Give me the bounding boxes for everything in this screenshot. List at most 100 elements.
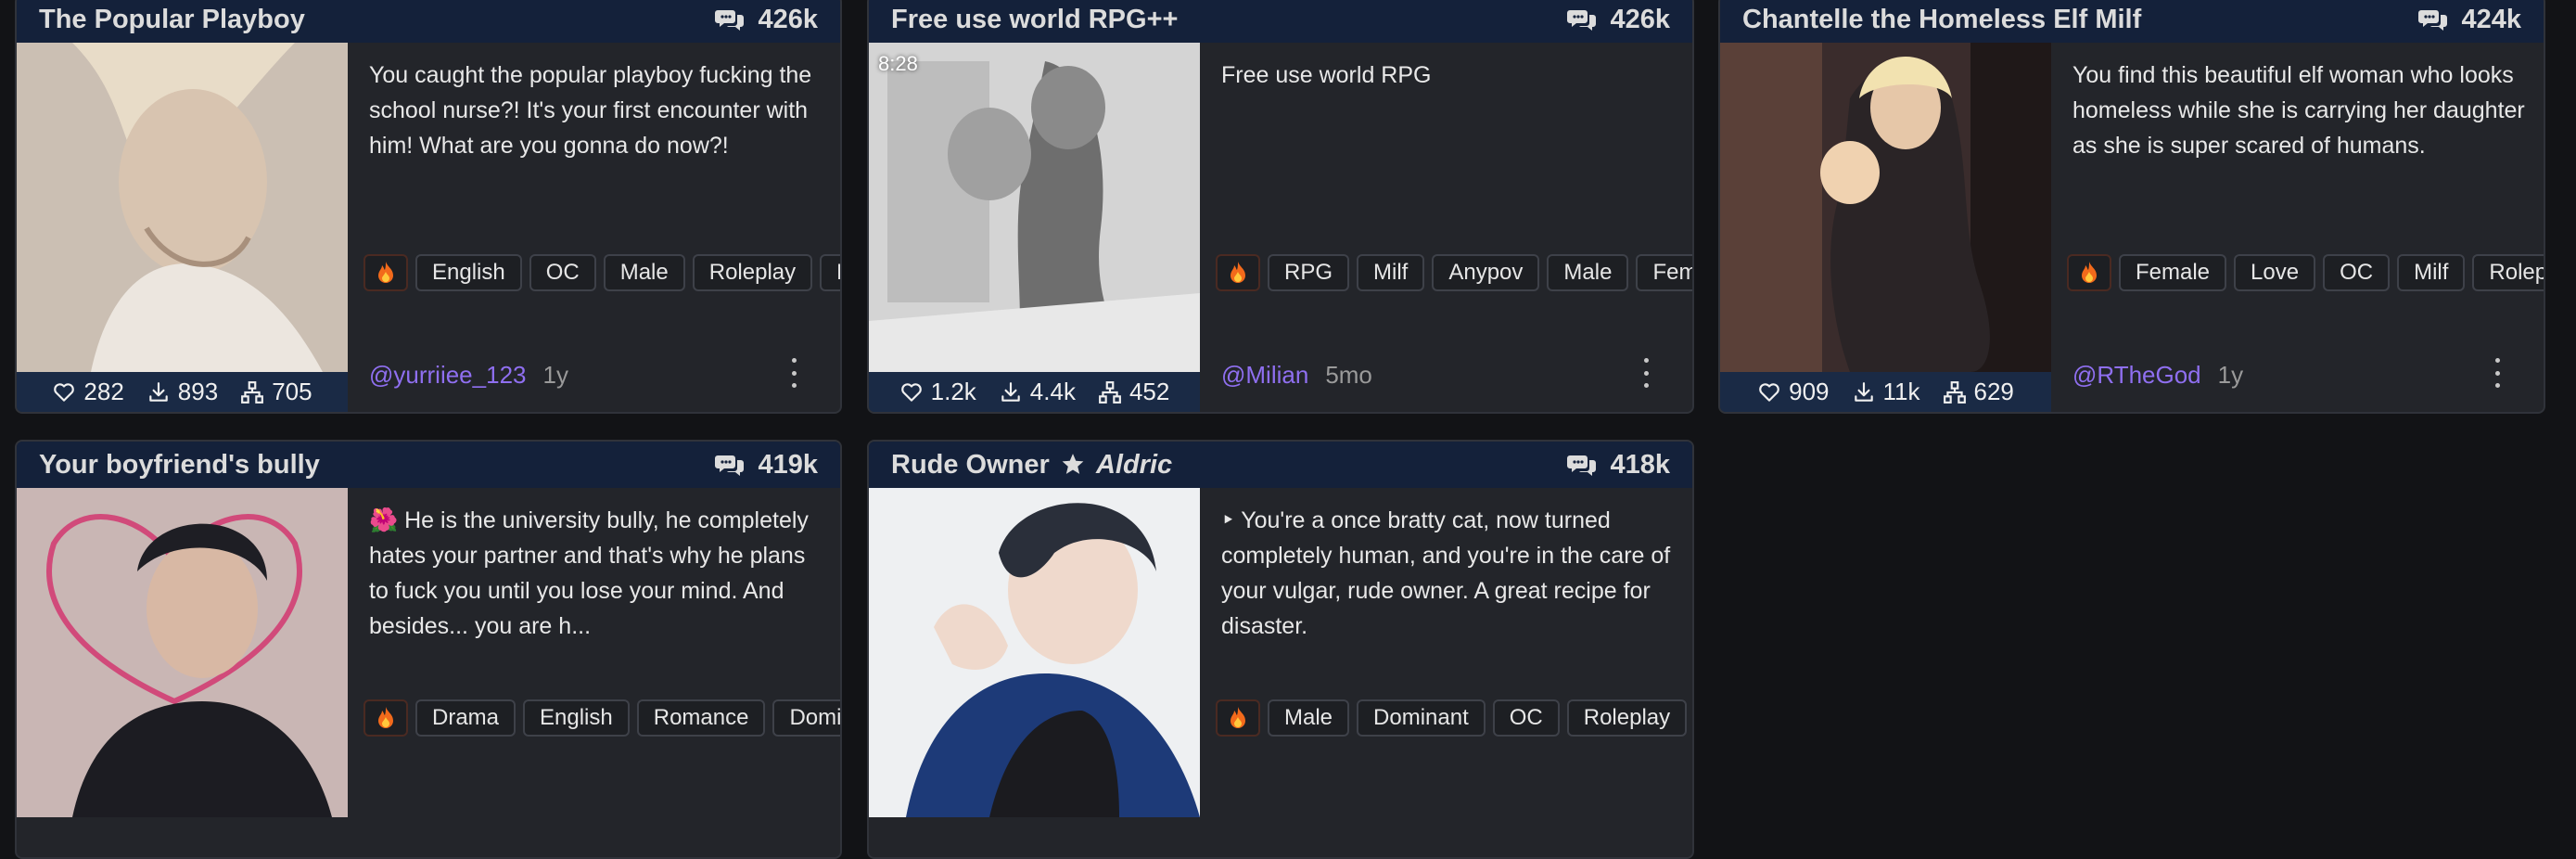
tag[interactable]: Male <box>1547 254 1629 291</box>
character-image[interactable]: 8:28 <box>869 43 1200 372</box>
card-age: 1y <box>2217 360 2244 389</box>
trending-tag[interactable] <box>2067 254 2111 291</box>
tag[interactable]: Romance <box>636 699 766 737</box>
downloads-stat: 11k <box>1852 378 1920 406</box>
likes-stat: 909 <box>1757 378 1830 406</box>
trending-tag[interactable] <box>363 699 408 737</box>
tag[interactable]: Love <box>2234 254 2316 291</box>
author-link[interactable]: @yurriiee_123 <box>369 361 526 390</box>
character-card[interactable]: The Popular Playboy 426k 282 893 705 You… <box>15 0 842 414</box>
character-card[interactable]: Free use world RPG++ 426k 8:28 1.2k 4.4k… <box>867 0 1694 414</box>
chat-bubbles-icon <box>2418 6 2448 32</box>
character-card[interactable]: Your boyfriend's bully 419k 🌺 He is the … <box>15 440 842 859</box>
character-image[interactable] <box>1720 43 2051 372</box>
character-image[interactable] <box>17 488 348 817</box>
fire-icon <box>2080 261 2098 285</box>
tag[interactable]: Roleplay <box>1566 699 1688 737</box>
fire-icon <box>376 261 395 285</box>
trending-tag[interactable] <box>1216 699 1260 737</box>
tag[interactable]: Dominant <box>1357 699 1486 737</box>
tag[interactable]: Milf <box>1357 254 1425 291</box>
fire-icon <box>1229 261 1247 285</box>
character-portrait <box>17 43 348 372</box>
card-description: You caught the popular playboy fucking t… <box>369 62 812 159</box>
card-header: Free use world RPG++ 426k <box>869 0 1692 43</box>
forks-stat: 705 <box>240 378 312 406</box>
tag[interactable]: Drama <box>415 699 516 737</box>
tag-list: Male Dominant OC Roleplay <box>1216 699 1692 737</box>
tag[interactable]: Milf <box>2397 254 2466 291</box>
forks-count: 452 <box>1129 378 1170 405</box>
tag[interactable]: English <box>415 254 522 291</box>
tag[interactable]: Roleplay <box>2472 254 2544 291</box>
chat-count-value: 426k <box>758 4 818 34</box>
downloads-stat: 4.4k <box>999 378 1076 406</box>
likes-stat: 1.2k <box>899 378 976 406</box>
likes-stat: 282 <box>52 378 124 406</box>
character-card[interactable]: Chantelle the Homeless Elf Milf 424k 909… <box>1718 0 2545 414</box>
card-title[interactable]: Your boyfriend's bully <box>39 450 320 481</box>
character-card[interactable]: Rude Owner Aldric 418k ‣ You're a once b… <box>867 440 1694 859</box>
card-header: Chantelle the Homeless Elf Milf 424k <box>1720 0 2544 43</box>
star-icon <box>1061 452 1085 476</box>
tag[interactable]: OC <box>2323 254 2391 291</box>
chat-count-value: 424k <box>2461 4 2521 34</box>
tag[interactable]: Dominant <box>772 699 840 737</box>
kebab-menu-icon[interactable] <box>2492 358 2503 388</box>
chat-bubbles-icon <box>1567 452 1597 478</box>
card-meta: @yurriiee_123 1y <box>369 356 840 393</box>
forks-stat: 629 <box>1943 378 2014 406</box>
card-title-subtitle: Aldric <box>1095 449 1173 480</box>
fire-icon <box>1229 706 1247 730</box>
video-duration: 8:28 <box>878 52 918 75</box>
downloads-stat: 893 <box>147 378 218 406</box>
downloads-count: 893 <box>177 378 219 405</box>
fork-icon <box>1098 380 1122 404</box>
author-link[interactable]: @RTheGod <box>2072 361 2201 390</box>
tag-list: Drama English Romance Dominant <box>363 699 840 737</box>
chat-count: 426k <box>1567 5 1670 35</box>
download-icon <box>999 380 1023 404</box>
card-title[interactable]: Rude Owner Aldric <box>891 450 1172 481</box>
card-title[interactable]: Free use world RPG++ <box>891 5 1178 35</box>
tag[interactable]: English <box>523 699 630 737</box>
tag[interactable]: OC <box>529 254 596 291</box>
card-title[interactable]: Chantelle the Homeless Elf Milf <box>1742 5 2141 35</box>
likes-count: 1.2k <box>930 378 976 405</box>
tag[interactable]: Roleplay <box>692 254 813 291</box>
tag[interactable]: OC <box>1492 699 1560 737</box>
author-link[interactable]: @Milian <box>1221 361 1308 390</box>
character-image[interactable] <box>17 43 348 372</box>
tag-list: English OC Male Roleplay Dom <box>363 254 840 291</box>
chat-count: 424k <box>2418 5 2521 35</box>
tag[interactable]: Female <box>1636 254 1692 291</box>
card-meta: @RTheGod 1y <box>2072 356 2544 393</box>
tag[interactable]: Anypov <box>1432 254 1540 291</box>
download-icon <box>1852 380 1876 404</box>
character-image[interactable] <box>869 488 1200 817</box>
kebab-menu-icon[interactable] <box>1640 358 1651 388</box>
chat-count-value: 426k <box>1610 4 1670 34</box>
tag[interactable]: RPG <box>1268 254 1350 291</box>
tag[interactable]: Male <box>603 254 685 291</box>
character-portrait <box>869 488 1200 817</box>
trending-tag[interactable] <box>1216 254 1260 291</box>
likes-count: 909 <box>1789 378 1830 405</box>
character-portrait <box>869 43 1200 372</box>
card-stats: 1.2k 4.4k 452 <box>869 372 1200 412</box>
card-header: The Popular Playboy 426k <box>17 0 840 43</box>
card-description: You find this beautiful elf woman who lo… <box>2072 62 2525 159</box>
tag[interactable]: Dom <box>820 254 840 291</box>
kebab-menu-icon[interactable] <box>788 358 799 388</box>
tag[interactable]: Female <box>2119 254 2227 291</box>
chat-count: 418k <box>1567 450 1670 481</box>
heart-icon <box>52 380 76 404</box>
tag[interactable]: Male <box>1268 699 1350 737</box>
card-title-text: Rude Owner <box>891 449 1050 480</box>
trending-tag[interactable] <box>363 254 408 291</box>
heart-icon <box>1757 380 1781 404</box>
card-title[interactable]: The Popular Playboy <box>39 5 305 35</box>
card-meta: @Milian 5mo <box>1221 356 1692 393</box>
chat-bubbles-icon <box>1567 6 1597 32</box>
character-portrait <box>1720 43 2051 372</box>
